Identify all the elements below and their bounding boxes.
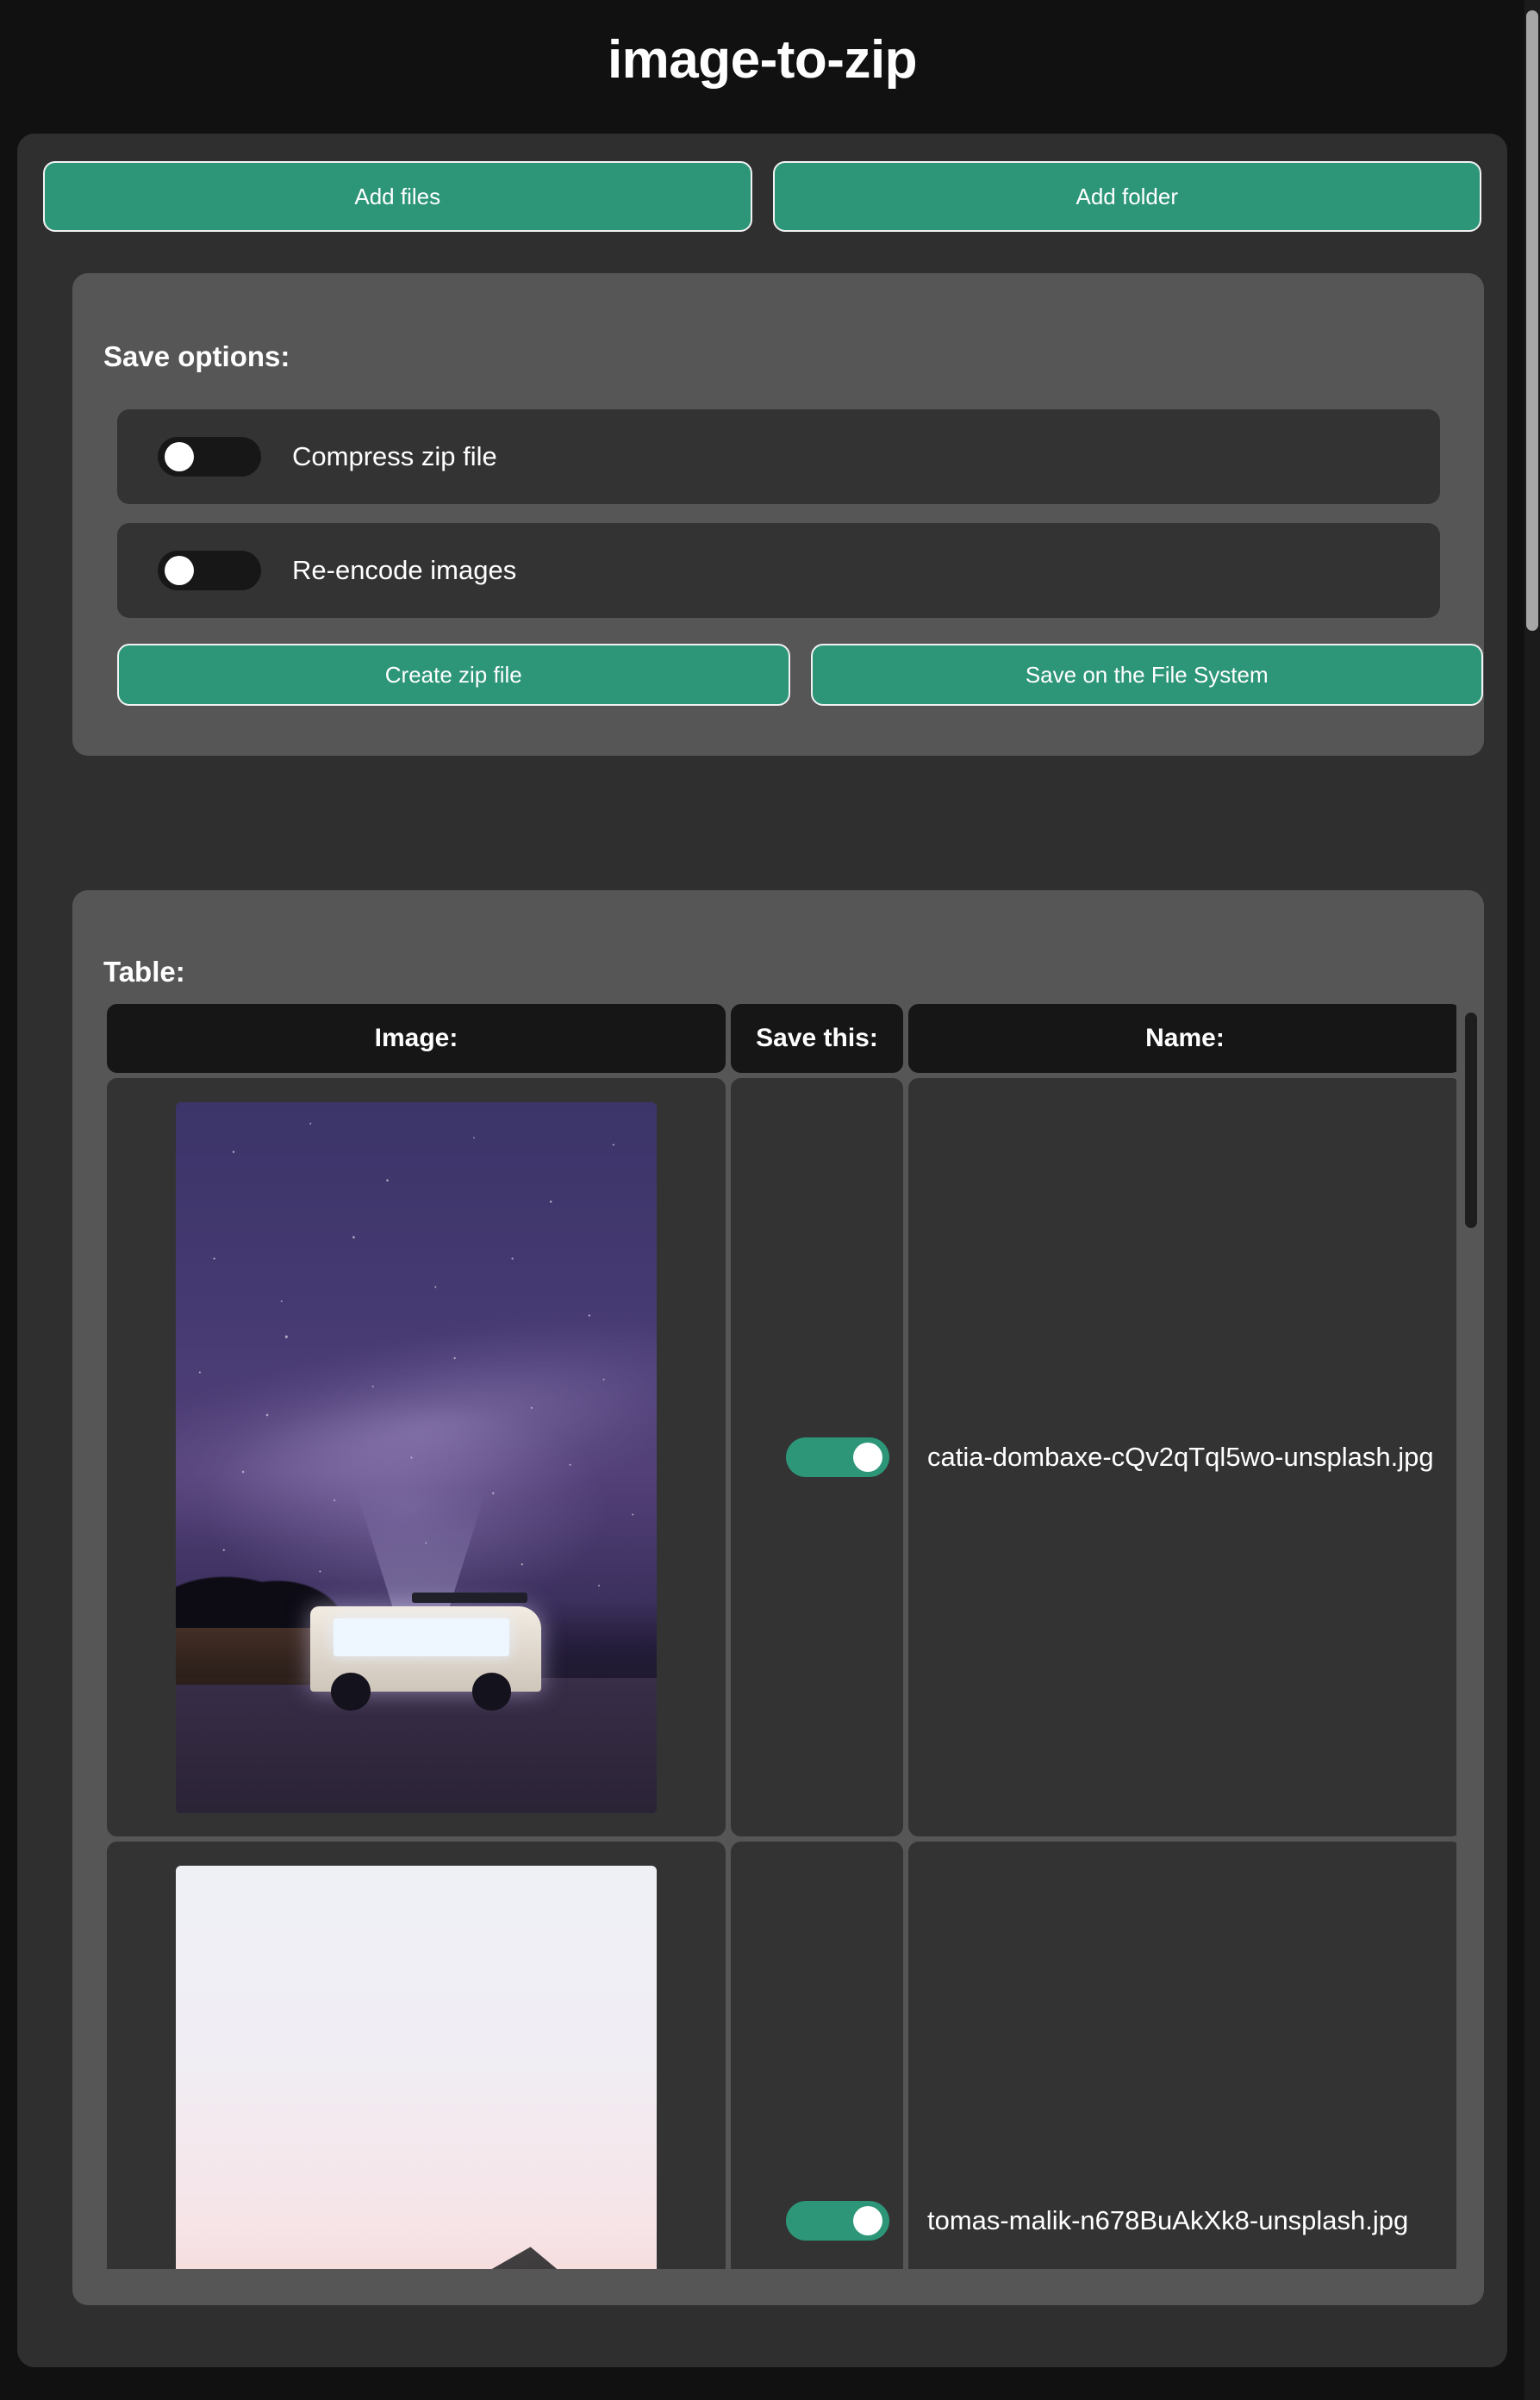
wheel-decoration [471, 1673, 512, 1711]
add-files-button[interactable]: Add files [43, 161, 752, 232]
reencode-images-toggle[interactable] [158, 551, 261, 590]
toggle-knob-icon [852, 1443, 882, 1472]
ground-decoration [176, 1677, 657, 1813]
file-name-label: tomas-malik-n678BuAkXk8-unsplash.jpg [927, 2204, 1409, 2235]
column-header-image: Image: [107, 1004, 726, 1073]
app-root: image-to-zip Add files Add folder Save o… [0, 0, 1540, 2400]
save-on-file-system-button[interactable]: Save on the File System [810, 644, 1483, 706]
compress-zip-toggle[interactable] [158, 437, 261, 477]
save-options-panel: Save options: Compress zip file Re-encod… [72, 273, 1484, 756]
roof-rack-decoration [412, 1593, 527, 1604]
table-panel: Table: Image: Save this: Name: catia-dom… [72, 890, 1484, 2305]
file-name-label: catia-dombaxe-cQv2qTql5wo-unsplash.jpg [927, 1441, 1434, 1472]
reencode-images-label: Re-encode images [292, 555, 517, 585]
row-save-toggle-cell[interactable] [731, 1078, 903, 1836]
column-header-save-this: Save this: [731, 1004, 903, 1073]
create-zip-file-button[interactable]: Create zip file [117, 644, 790, 706]
page-scrollbar-thumb[interactable] [1526, 10, 1538, 631]
save-options-heading: Save options: [103, 340, 290, 372]
save-this-toggle[interactable] [785, 2201, 889, 2241]
option-row-compress-zip[interactable]: Compress zip file [117, 409, 1440, 504]
toggle-knob-icon [165, 442, 194, 471]
main-mountain-decoration [387, 2247, 657, 2269]
option-row-reencode-images[interactable]: Re-encode images [117, 523, 1440, 618]
column-header-name: Name: [908, 1004, 1456, 1073]
save-actions-bar: Create zip file Save on the File System [117, 644, 1483, 706]
table-scroll-area: Image: Save this: Name: catia-dombaxe-cQ… [107, 1004, 1456, 2269]
row-name-cell: tomas-malik-n678BuAkXk8-unsplash.jpg [908, 1842, 1456, 2269]
compress-zip-label: Compress zip file [292, 441, 497, 471]
row-thumbnail-cell [107, 1078, 726, 1836]
wheel-decoration [331, 1673, 371, 1711]
table-header-row: Image: Save this: Name: [107, 1004, 1456, 1073]
window-decoration [334, 1618, 509, 1656]
page-title: image-to-zip [607, 30, 918, 90]
row-save-toggle-cell[interactable] [731, 1842, 903, 2269]
row-name-cell: catia-dombaxe-cQv2qTql5wo-unsplash.jpg [908, 1078, 1456, 1836]
toggle-knob-icon [852, 2206, 882, 2235]
vehicle-decoration [310, 1593, 542, 1711]
table-row: tomas-malik-n678BuAkXk8-unsplash.jpg [107, 1842, 1456, 2269]
sunset-mountains-thumbnail-image [176, 1865, 657, 2269]
toggle-knob-icon [165, 556, 194, 585]
starry-night-thumbnail-image [176, 1101, 657, 1813]
row-thumbnail-cell [107, 1842, 726, 2269]
top-actions-bar: Add files Add folder [43, 161, 1481, 232]
main-card: Add files Add folder Save options: Compr… [17, 134, 1507, 2367]
save-this-toggle[interactable] [785, 1437, 889, 1477]
table-heading: Table: [103, 956, 185, 988]
add-folder-button[interactable]: Add folder [772, 161, 1481, 232]
table-row: catia-dombaxe-cQv2qTql5wo-unsplash.jpg [107, 1078, 1456, 1836]
table-scrollbar-thumb[interactable] [1465, 1013, 1477, 1228]
